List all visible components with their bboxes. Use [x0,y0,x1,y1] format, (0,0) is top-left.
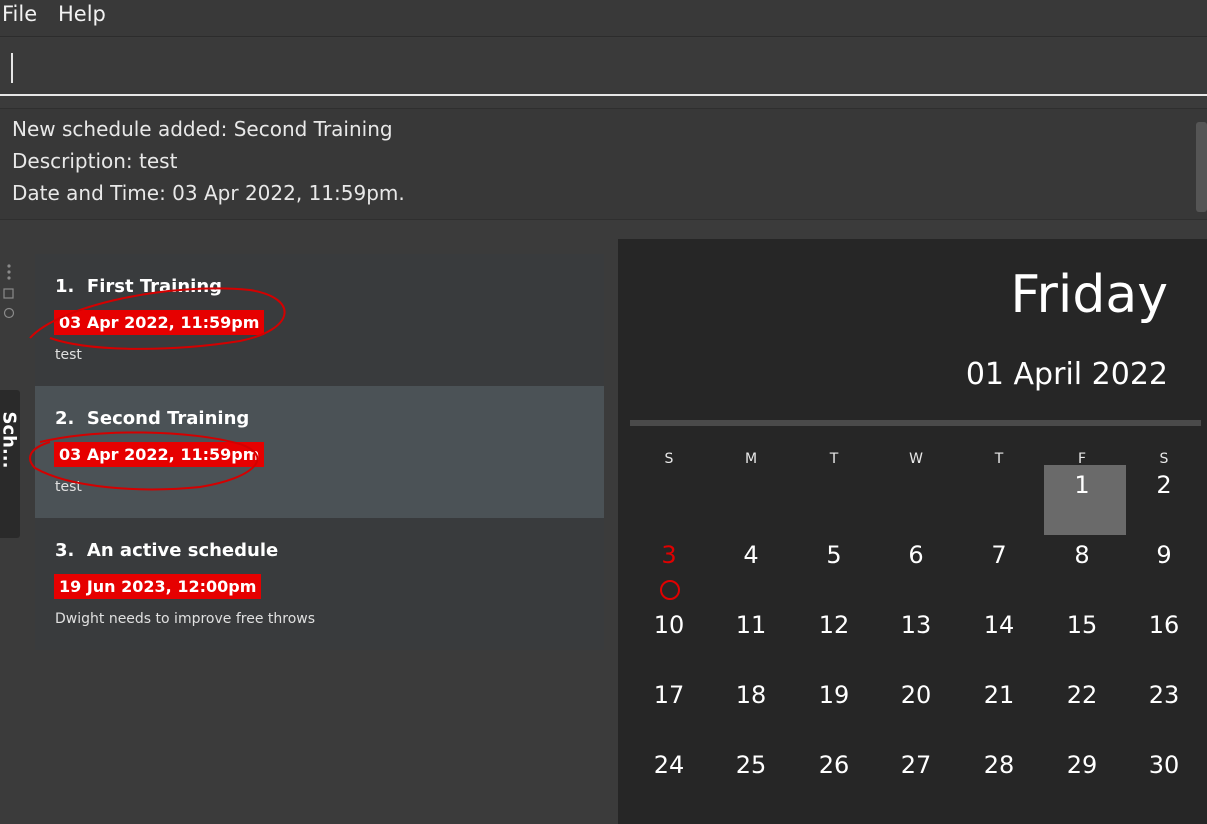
schedule-card[interactable]: 3. An active schedule 19 Jun 2023, 12:00… [35,518,604,650]
schedule-list: 1. First Training 03 Apr 2022, 11:59pm t… [35,254,604,650]
weekday-header: W [909,451,923,467]
schedule-title: 2. Second Training [55,408,250,429]
calendar-day[interactable]: 26 [794,751,874,779]
command-input[interactable] [0,38,1207,96]
calendar-day[interactable]: 8 [1042,541,1122,569]
calendar-day[interactable]: 3 [629,541,709,569]
calendar-day-name: Friday [1010,265,1168,325]
schedule-title: 3. An active schedule [55,540,279,561]
schedule-datetime-badge: 19 Jun 2023, 12:00pm [54,574,262,599]
schedule-description: test [55,479,82,495]
calendar-day[interactable]: 16 [1124,611,1204,639]
calendar-day[interactable]: 17 [629,681,709,709]
calendar-day[interactable]: 23 [1124,681,1204,709]
calendar-day[interactable]: 14 [959,611,1039,639]
calendar-day[interactable]: 10 [629,611,709,639]
calendar-day[interactable]: 28 [959,751,1039,779]
calendar-day[interactable]: 15 [1042,611,1122,639]
menu-bar: File Help [0,0,1207,37]
menu-help[interactable]: Help [58,2,106,26]
calendar-day[interactable]: 11 [711,611,791,639]
weekday-header: T [829,451,839,467]
calendar-day[interactable]: 18 [711,681,791,709]
calendar-day[interactable]: 12 [794,611,874,639]
schedule-card[interactable]: 1. First Training 03 Apr 2022, 11:59pm t… [35,254,604,386]
calendar-day[interactable]: 25 [711,751,791,779]
calendar-divider [630,420,1201,426]
calendar-day[interactable]: 21 [959,681,1039,709]
calendar-day[interactable]: 30 [1124,751,1204,779]
text-caret [11,53,13,83]
schedule-description: Dwight needs to improve free throws [55,611,316,627]
weekday-header: T [994,451,1004,467]
calendar-day[interactable]: 13 [876,611,956,639]
calendar-day[interactable]: 24 [629,751,709,779]
calendar-day[interactable]: 5 [794,541,874,569]
calendar-day[interactable]: 9 [1124,541,1204,569]
divider [0,96,1207,106]
weekday-header: S [664,451,674,467]
calendar-day[interactable]: 20 [876,681,956,709]
schedule-datetime-badge: 03 Apr 2022, 11:59pm [54,310,265,335]
calendar-day[interactable]: 2 [1124,471,1204,499]
calendar-day[interactable]: 4 [711,541,791,569]
schedule-tab[interactable]: Sch... [0,390,20,538]
result-scrollbar[interactable] [1196,122,1207,212]
result-line-1: New schedule added: Second Training [12,117,393,141]
weekday-header: S [1159,451,1169,467]
sidebar-icons [3,264,15,319]
result-line-3: Date and Time: 03 Apr 2022, 11:59pm. [12,181,405,205]
schedule-description: test [55,347,82,363]
calendar-day[interactable]: 6 [876,541,956,569]
calendar-day[interactable]: 1 [1042,471,1122,499]
schedule-title: 1. First Training [55,276,223,297]
result-display: New schedule added: Second Training Desc… [0,108,1207,220]
result-line-2: Description: test [12,149,178,173]
weekday-header: M [744,451,758,467]
event-indicator-icon [660,580,680,600]
calendar-date: 01 April 2022 [965,357,1168,392]
menu-file[interactable]: File [2,2,37,26]
schedule-card[interactable]: 2. Second Training 03 Apr 2022, 11:59pm … [35,386,604,518]
calendar-day[interactable]: 29 [1042,751,1122,779]
schedule-tab-label: Sch... [0,411,20,469]
calendar-panel: Friday 01 April 2022 S M T W T F S 1 2 3 4 5 6 7 8 9 10 1… [618,239,1207,824]
calendar-day[interactable]: 27 [876,751,956,779]
calendar-day[interactable]: 22 [1042,681,1122,709]
calendar-day[interactable]: 7 [959,541,1039,569]
calendar-day[interactable]: 19 [794,681,874,709]
schedule-datetime-badge: 03 Apr 2022, 11:59pm [54,442,265,467]
